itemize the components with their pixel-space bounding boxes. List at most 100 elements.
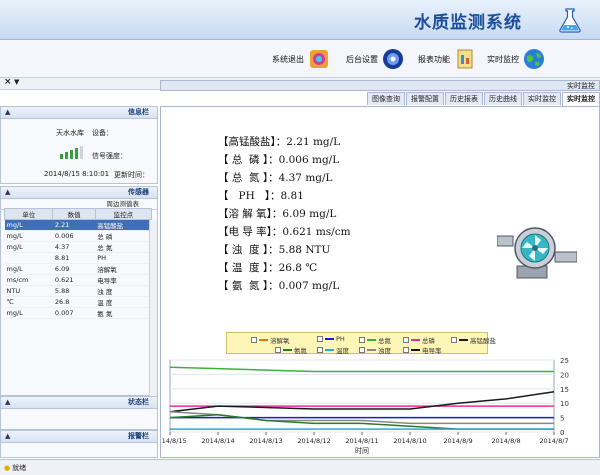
legend-swatch	[367, 349, 376, 351]
legend-checkbox[interactable]	[403, 347, 409, 353]
column-point[interactable]: 监控点	[94, 208, 153, 220]
tab-realtime[interactable]: 实时监控	[562, 92, 600, 106]
sensor-table-scrollbar[interactable]	[149, 220, 157, 398]
chevron-down-icon[interactable]: ▼	[14, 78, 19, 86]
table-row[interactable]: mg/L 0.006 总 磷	[4, 230, 152, 242]
cell-unit: NTU	[4, 285, 53, 297]
collapse-icon[interactable]: ▲	[5, 107, 10, 118]
sensor-table: 单位 数值 监控点 mg/L 2.21 高锰酸盐 mg/L 0.006 总 磷 …	[3, 208, 153, 319]
close-icon[interactable]: ×	[4, 77, 12, 87]
legend-checkbox[interactable]	[359, 347, 365, 353]
lightbulb-icon: ●	[4, 464, 11, 472]
x-axis-label: 时间	[355, 446, 369, 455]
legend-item[interactable]: 高锰酸盐	[451, 335, 496, 345]
x-tick-label: 2014/8/10	[393, 437, 426, 445]
cell-unit: mg/L	[4, 230, 53, 242]
signal-label: 信号强度：	[92, 152, 127, 160]
exit-icon	[310, 50, 328, 68]
collapse-icon[interactable]: ▲	[5, 397, 10, 408]
status-bar: ● 就绪	[0, 459, 600, 475]
cell-point: 高锰酸盐	[95, 219, 152, 231]
reading-turbidity: 【 浊 度 】：5.88 NTU	[218, 244, 331, 256]
legend-swatch	[459, 339, 468, 341]
column-value[interactable]: 数值	[52, 208, 96, 220]
table-row[interactable]: ℃ 26.8 温 度	[4, 296, 152, 308]
legend-label: 溶解氧	[270, 337, 290, 345]
cell-point: 电导率	[95, 274, 152, 286]
realtime-monitor-button[interactable]: 实时监控	[487, 44, 546, 74]
table-row[interactable]: 8.81 PH	[4, 252, 152, 264]
settings-button[interactable]: 后台设置	[346, 44, 405, 74]
exit-button[interactable]: 系统退出	[272, 44, 331, 74]
reading-ph: 【 PH 】：8.81	[218, 190, 304, 202]
legend-label: PH	[336, 335, 345, 343]
table-row[interactable]: NTU 5.88 浊 度	[4, 285, 152, 297]
pump-icon	[497, 227, 577, 279]
x-tick-label: 2014/8/11	[345, 437, 378, 445]
legend-item[interactable]: 总磷	[403, 335, 435, 345]
settings-label: 后台设置	[346, 54, 378, 64]
y-tick-label: 0	[560, 429, 564, 437]
cell-unit: mg/L	[4, 307, 53, 319]
cell-point: 浊 度	[95, 285, 152, 297]
column-unit[interactable]: 单位	[3, 208, 54, 220]
legend-item[interactable]: PH	[317, 335, 345, 343]
table-row[interactable]: mg/L 4.37 总 氮	[4, 241, 152, 253]
cell-point: 氨 氮	[95, 307, 152, 319]
cell-unit: mg/L	[4, 219, 53, 231]
legend-checkbox[interactable]	[275, 347, 281, 353]
section-label: 实时监控	[160, 80, 600, 91]
legend-checkbox[interactable]	[317, 347, 323, 353]
sensor-panel-title: 传感器	[128, 188, 149, 196]
legend-checkbox[interactable]	[317, 336, 323, 342]
x-tick-label: 2014/8/13	[249, 437, 282, 445]
info-panel-header: ▲ 信息栏	[1, 107, 157, 119]
gear-icon	[383, 49, 403, 69]
legend-item[interactable]: 总氮	[359, 335, 391, 345]
cell-unit: ℃	[4, 296, 53, 308]
cell-value: 26.8	[52, 296, 96, 308]
collapse-icon[interactable]: ▲	[5, 431, 10, 442]
globe-icon	[524, 49, 544, 69]
x-tick-label: 2014/8/12	[297, 437, 330, 445]
report-button[interactable]: 报表功能	[418, 44, 477, 74]
reading-temperature: 【 温 度 】：26.8 ℃	[218, 262, 318, 274]
cell-value: 0.006	[52, 230, 96, 242]
tab-history-report[interactable]: 历史报表	[445, 92, 483, 105]
cell-value: 2.21	[52, 219, 96, 231]
legend-swatch	[259, 339, 268, 341]
legend-label: 高锰酸盐	[470, 337, 496, 345]
legend-swatch	[411, 349, 420, 351]
tab-history-curve[interactable]: 历史曲线	[484, 92, 522, 105]
tab-strip: 实时监控 实时监控 历史曲线 历史报表 报警配置 图像查询	[160, 92, 600, 106]
legend-checkbox[interactable]	[451, 337, 457, 343]
tab-alarm-config[interactable]: 报警配置	[406, 92, 444, 105]
cell-point: PH	[95, 252, 152, 264]
table-row[interactable]: mg/L 0.007 氨 氮	[4, 307, 152, 319]
legend-item[interactable]: 溶解氧	[251, 335, 290, 345]
alarm-panel-header: ▲ 报警栏	[1, 431, 157, 443]
exit-label: 系统退出	[272, 54, 304, 64]
reading-dissolved-oxygen: 【溶 解 氧】：6.09 mg/L	[218, 208, 337, 220]
realtime-monitor-label: 实时监控	[487, 54, 519, 64]
table-row[interactable]: mg/L 6.09 溶解氧	[4, 263, 152, 275]
legend-swatch	[283, 349, 292, 351]
legend-label: 总氮	[378, 337, 391, 345]
tab-realtime-2[interactable]: 实时监控	[523, 92, 561, 105]
legend-label: 总磷	[422, 337, 435, 345]
cell-value: 8.81	[52, 252, 96, 264]
legend-checkbox[interactable]	[359, 337, 365, 343]
alarm-panel: ▲ 报警栏	[0, 430, 158, 458]
cell-point: 总 氮	[95, 241, 152, 253]
cell-point: 温 度	[95, 296, 152, 308]
legend-checkbox[interactable]	[251, 337, 257, 343]
table-row[interactable]: ms/cm 0.621 电导率	[4, 274, 152, 286]
table-row[interactable]: mg/L 2.21 高锰酸盐	[4, 219, 152, 231]
tab-image-query[interactable]: 图像查询	[367, 92, 405, 105]
update-label: 更新时间：	[114, 171, 149, 179]
y-tick-label: 10	[560, 400, 569, 408]
collapse-icon[interactable]: ▲	[5, 187, 10, 198]
cell-value: 5.88	[52, 285, 96, 297]
legend-checkbox[interactable]	[403, 337, 409, 343]
reading-total-nitrogen: 【 总 氮 】：4.37 mg/L	[218, 172, 333, 184]
